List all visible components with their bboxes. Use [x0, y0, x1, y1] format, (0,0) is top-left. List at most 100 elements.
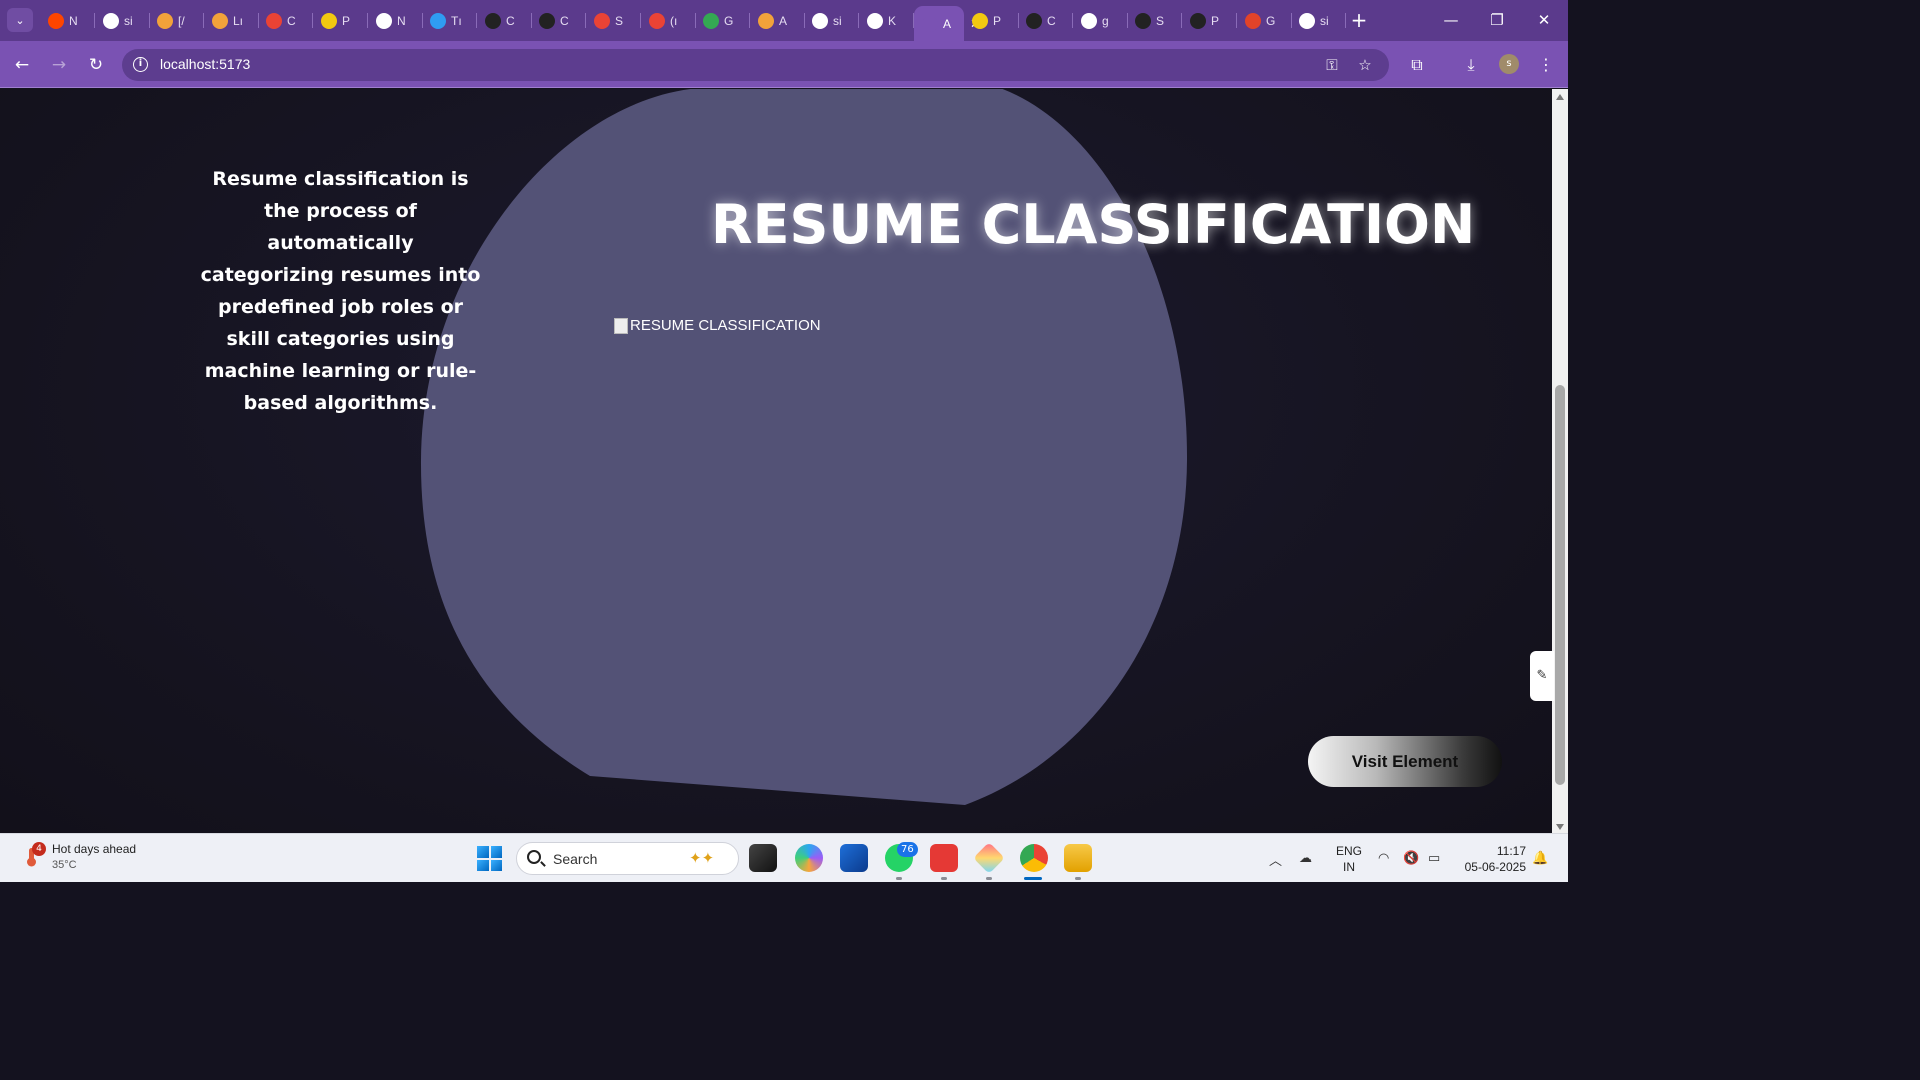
- vscode-icon: [430, 12, 446, 29]
- tab-label: g: [1102, 13, 1109, 28]
- taskbar-search[interactable]: Search ✦✦: [516, 842, 739, 875]
- wifi-icon[interactable]: ◠: [1378, 850, 1389, 866]
- page-title: RESUME CLASSIFICATION: [711, 193, 1476, 256]
- react-icon: [922, 15, 938, 32]
- powerbi-icon: [972, 12, 988, 29]
- reddit-icon: [48, 12, 64, 29]
- scroll-down-arrow-icon[interactable]: [1556, 824, 1564, 830]
- tab-label: C: [287, 13, 296, 28]
- browser-tab[interactable]: C: [1018, 8, 1073, 33]
- copilot-icon[interactable]: [795, 844, 823, 872]
- search-placeholder: Search: [553, 851, 598, 867]
- tab-label: si: [833, 13, 842, 28]
- language-indicator[interactable]: ENG IN: [1336, 843, 1362, 875]
- microsoft-store-icon[interactable]: [840, 844, 868, 872]
- tab-label: N: [69, 13, 78, 28]
- close-window-button[interactable]: ✕: [1531, 8, 1557, 32]
- browser-tab[interactable]: P: [964, 8, 1019, 33]
- vertical-scrollbar[interactable]: [1552, 89, 1568, 833]
- tab-label: (ı: [670, 13, 678, 28]
- browser-tab[interactable]: G: [695, 8, 750, 33]
- tab-label: Tı: [451, 13, 462, 28]
- password-key-icon[interactable]: ⚿: [1322, 55, 1342, 75]
- task-view-icon[interactable]: [749, 844, 777, 872]
- visit-element-button[interactable]: Visit Element: [1308, 736, 1502, 787]
- browser-tab[interactable]: C: [258, 8, 313, 33]
- download-icon[interactable]: ⤓: [1459, 53, 1483, 77]
- tab-label: S: [615, 13, 624, 28]
- battery-icon[interactable]: ▭: [1428, 850, 1440, 866]
- browser-tab[interactable]: A✕: [914, 6, 981, 41]
- browser-tab[interactable]: C: [531, 8, 586, 33]
- google-icon: [812, 12, 828, 29]
- profile-avatar[interactable]: s: [1499, 54, 1519, 74]
- browser-tab[interactable]: P: [1182, 8, 1237, 33]
- tab-label: G: [1266, 13, 1276, 28]
- browser-tab[interactable]: si: [804, 8, 859, 33]
- browser-tab[interactable]: (ı: [641, 8, 696, 33]
- weather-badge: 4: [32, 842, 46, 856]
- google-icon: [867, 12, 883, 29]
- tab-label: C: [1047, 13, 1056, 28]
- menu-kebab-icon[interactable]: ⋮: [1534, 53, 1558, 77]
- browser-tab[interactable]: si: [1291, 8, 1346, 33]
- restore-button[interactable]: ❐: [1484, 8, 1510, 32]
- address-bar[interactable]: i localhost:5173 ⚿ ☆: [122, 49, 1389, 81]
- browser-tab[interactable]: S: [586, 8, 641, 33]
- browser-tab[interactable]: Lı: [204, 8, 259, 33]
- forward-button[interactable]: →: [47, 53, 71, 77]
- gmail-icon: [649, 12, 665, 29]
- drive-icon: [703, 12, 719, 29]
- browser-tab[interactable]: S: [1127, 8, 1182, 33]
- chrome-icon[interactable]: [1020, 844, 1048, 872]
- side-panel-handle[interactable]: ✎: [1530, 651, 1554, 701]
- tab-label: Lı: [233, 13, 244, 28]
- browser-tab[interactable]: N: [40, 8, 95, 33]
- browser-tab[interactable]: G: [1237, 8, 1292, 33]
- browser-tab[interactable]: [/: [149, 8, 204, 33]
- clock-date: 05-06-2025: [1464, 860, 1526, 874]
- scroll-up-arrow-icon[interactable]: [1556, 94, 1564, 100]
- browser-tab[interactable]: N: [368, 8, 423, 33]
- speaker-muted-icon[interactable]: 🔇: [1403, 850, 1419, 866]
- tab-label: G: [724, 13, 734, 28]
- system-clock[interactable]: 11:17 05-06-2025: [1456, 843, 1526, 875]
- browser-tab[interactable]: Tı: [422, 8, 477, 33]
- minimize-button[interactable]: —: [1438, 8, 1464, 32]
- tab-search-button[interactable]: ⌄: [7, 8, 33, 32]
- address-url[interactable]: localhost:5173: [160, 56, 250, 72]
- reload-button[interactable]: ↻: [84, 53, 108, 77]
- browser-tab[interactable]: K: [859, 8, 914, 33]
- notification-bell-icon[interactable]: 🔔: [1532, 850, 1548, 866]
- browser-tab[interactable]: P: [313, 8, 368, 33]
- weather-temperature[interactable]: 35°C: [52, 859, 77, 871]
- onedrive-cloud-icon[interactable]: ☁: [1299, 850, 1312, 866]
- explorer-running-indicator: [1075, 877, 1081, 880]
- chevron-up-icon[interactable]: ︿: [1269, 850, 1282, 869]
- codecrafters-icon: [212, 12, 228, 29]
- weather-title[interactable]: Hot days ahead: [52, 842, 136, 856]
- browser-tab[interactable]: A: [750, 8, 805, 33]
- site-info-icon[interactable]: i: [133, 57, 148, 72]
- openai-icon: [539, 12, 555, 29]
- tab-label: si: [1320, 13, 1329, 28]
- new-tab-button[interactable]: +: [1348, 8, 1370, 32]
- image-alt-text: RESUME CLASSIFICATION: [630, 317, 821, 334]
- app-red-icon[interactable]: [930, 844, 958, 872]
- windows-start-icon[interactable]: [477, 846, 502, 871]
- scroll-thumb[interactable]: [1555, 385, 1565, 785]
- file-explorer-icon[interactable]: [1064, 844, 1092, 872]
- browser-tab[interactable]: C: [477, 8, 532, 33]
- back-button[interactable]: ←: [10, 53, 34, 77]
- browser-tab[interactable]: g: [1073, 8, 1128, 33]
- browser-tab-strip: ⌄ Nsi[/LıCPNTıCCS(ıGAsiKA✕PCgSPGsi + — ❐…: [0, 0, 1568, 41]
- snipping-tool-icon[interactable]: [973, 842, 1005, 874]
- extensions-icon[interactable]: ⧉: [1405, 53, 1429, 77]
- clock-time: 11:17: [1496, 844, 1526, 858]
- arrow-right-icon: →: [51, 55, 67, 75]
- tab-label: P: [993, 13, 1002, 28]
- tab-label: S: [1156, 13, 1165, 28]
- browser-tab[interactable]: si: [95, 8, 150, 33]
- google-icon: [1299, 12, 1315, 29]
- bookmark-star-icon[interactable]: ☆: [1355, 55, 1375, 75]
